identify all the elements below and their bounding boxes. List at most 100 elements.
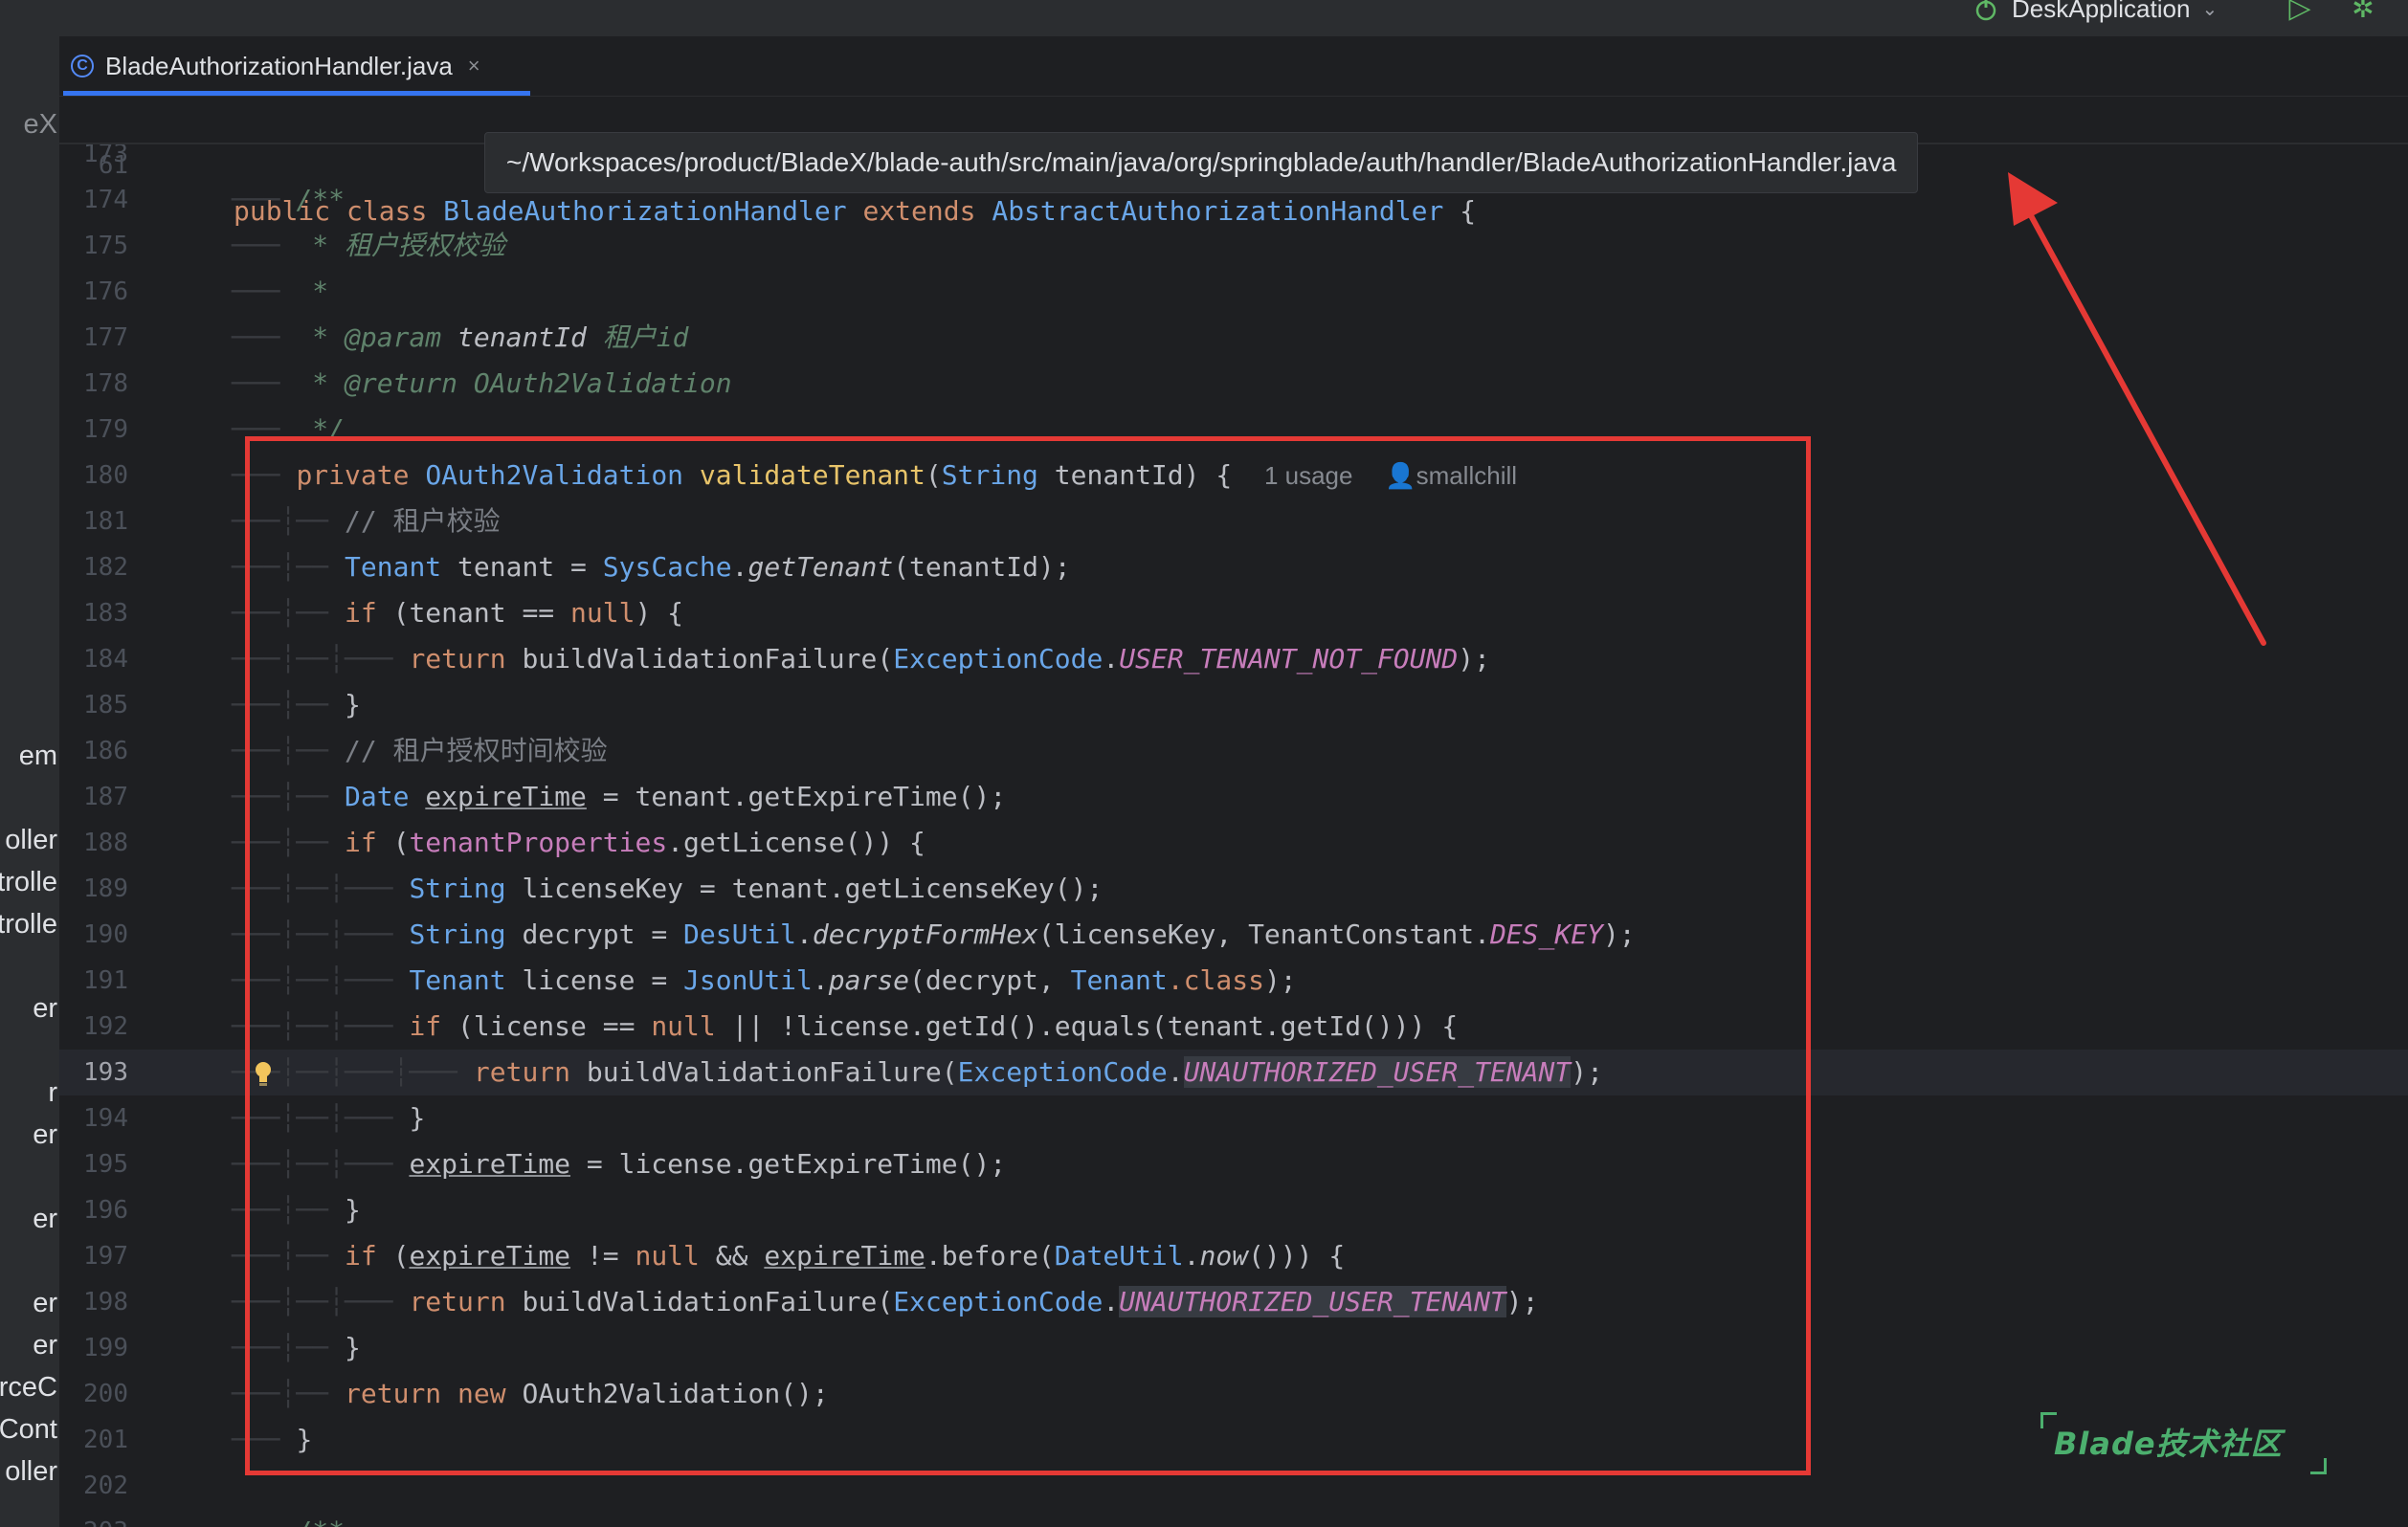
run-configuration-label: DeskApplication — [2012, 0, 2191, 23]
code-line: 197 ───┆── if (expireTime != null && expi… — [59, 1233, 2408, 1279]
line-number: 187 — [83, 783, 128, 811]
close-icon[interactable]: × — [468, 54, 480, 78]
author-icon: 👤 — [1385, 461, 1416, 490]
project-tree-item[interactable]: er — [33, 1330, 57, 1361]
punctuation: ); — [1602, 918, 1636, 950]
keyword: private — [296, 459, 410, 491]
type-name: String — [409, 873, 506, 904]
arguments: (licenseKey, TenantConstant. — [1037, 918, 1490, 950]
keyword: if — [345, 597, 377, 629]
keyword: public — [234, 195, 331, 227]
code-line: 178 ─── * @return OAuth2Validation — [59, 361, 2408, 407]
constant: UNAUTHORIZED_USER_TENANT — [1119, 1286, 1506, 1317]
variable: expireTime — [409, 1240, 571, 1272]
code-line: 196 ───┆── } — [59, 1187, 2408, 1233]
expression: license = — [522, 964, 668, 996]
line-number: 189 — [83, 874, 128, 903]
project-tree-item[interactable]: rceC — [0, 1372, 57, 1404]
keyword: new — [457, 1378, 506, 1409]
line-number: 182 — [83, 553, 128, 582]
operator: != — [586, 1240, 619, 1272]
project-tree-item[interactable]: trolle — [0, 867, 57, 898]
keyword: return — [345, 1378, 442, 1409]
class-name: DateUtil — [1054, 1240, 1184, 1272]
project-tree-item[interactable]: eX — [24, 109, 57, 141]
project-tree-item[interactable]: trolle — [0, 909, 57, 941]
run-configuration-selector[interactable]: DeskApplication ⌄ — [1972, 0, 2218, 26]
code-line: 203─── /** — [59, 1509, 2408, 1527]
project-tree-item[interactable]: er — [33, 1204, 57, 1235]
keyword: return — [473, 1056, 571, 1088]
brace: } — [296, 1424, 313, 1455]
keyword: null — [635, 1240, 700, 1272]
project-tree-item[interactable]: er — [33, 1288, 57, 1319]
keyword: if — [345, 827, 377, 858]
keyword: extends — [862, 195, 976, 227]
line-number: 181 — [83, 507, 128, 536]
java-class-icon: C — [71, 55, 94, 77]
class-name: JsonUtil — [683, 964, 813, 996]
keyword: if — [409, 1010, 442, 1042]
main-toolbar: DeskApplication ⌄ ▷ ✲ — [0, 0, 2408, 37]
keyword: null — [570, 597, 635, 629]
keyword: return — [409, 643, 506, 675]
javadoc-tag: * @return — [312, 367, 458, 399]
debug-icon[interactable]: ✲ — [2347, 0, 2379, 27]
expression: (tenant == — [392, 597, 555, 629]
line-number: 177 — [83, 323, 128, 352]
line-number: 184 — [83, 645, 128, 674]
constant: USER_TENANT_NOT_FOUND — [1119, 643, 1459, 675]
code-line: 202 — [59, 1463, 2408, 1509]
code-line: 198 ───┆──┆─── return buildValidationFail… — [59, 1279, 2408, 1325]
project-tree-item[interactable]: em — [19, 741, 57, 772]
type-name: String — [409, 918, 506, 950]
variable: expireTime — [409, 1148, 571, 1180]
author-inlay-hint[interactable]: smallchill — [1416, 461, 1517, 490]
line-number: 183 — [83, 599, 128, 628]
line-number: 192 — [83, 1012, 128, 1041]
project-tree-item[interactable]: er — [33, 993, 57, 1025]
tab-label: BladeAuthorizationHandler.java — [105, 51, 453, 80]
class-name: ExceptionCode — [893, 643, 1104, 675]
method-call: buildValidationFailure( — [522, 1286, 894, 1317]
line-number: 197 — [83, 1242, 128, 1271]
line-number: 198 — [83, 1288, 128, 1317]
tab-blade-authorization-handler[interactable]: C BladeAuthorizationHandler.java × — [61, 36, 530, 96]
javadoc-comment: /** — [296, 1516, 345, 1527]
static-method-call: now — [1199, 1240, 1249, 1272]
static-method-call: parse — [828, 964, 910, 996]
expression: .getLicense()) { — [667, 827, 925, 858]
project-tree-item[interactable]: oller — [5, 1456, 57, 1488]
line-number: 178 — [83, 369, 128, 398]
code-editor[interactable]: 173 174 ─── /** 175 ─── * 租户授权校验 176 ─── * … — [59, 97, 2408, 1527]
class-name: BladeAuthorizationHandler — [443, 195, 847, 227]
variable: expireTime — [764, 1240, 925, 1272]
expression: OAuth2Validation(); — [522, 1378, 829, 1409]
line-number: 194 — [83, 1104, 128, 1133]
punctuation: ) { — [635, 597, 684, 629]
usages-inlay-hint[interactable]: 1 usage — [1264, 461, 1353, 490]
line-number: 201 — [83, 1426, 128, 1454]
type-name: String — [941, 459, 1038, 491]
lightbulb-icon[interactable] — [253, 1060, 274, 1089]
constant: DES_KEY — [1489, 918, 1603, 950]
line-number: 200 — [83, 1380, 128, 1408]
project-tree-item[interactable]: oller — [5, 825, 57, 856]
javadoc-tag: * @param — [312, 321, 442, 353]
punctuation: ); — [1263, 964, 1297, 996]
code-line: 183 ───┆── if (tenant == null) { — [59, 590, 2408, 636]
project-tree-item[interactable]: r — [48, 1077, 57, 1109]
variable: expireTime — [425, 781, 587, 812]
expression: || !license.getId().equals(tenant.getId(… — [731, 1010, 1459, 1042]
javadoc-comment: 租户id — [602, 321, 689, 353]
line-number: 190 — [83, 920, 128, 949]
brace: } — [345, 1194, 361, 1226]
type-name: Date — [345, 781, 410, 812]
class-name: ExceptionCode — [957, 1056, 1168, 1088]
project-tree-item[interactable]: Cont — [0, 1414, 57, 1446]
line-comment: // 租户授权时间校验 — [345, 735, 608, 766]
project-tree-item[interactable]: er — [33, 1119, 57, 1151]
run-icon[interactable]: ▷ — [2284, 0, 2316, 27]
arguments: (decrypt, — [909, 964, 1055, 996]
javadoc-param-name: tenantId — [457, 321, 587, 353]
